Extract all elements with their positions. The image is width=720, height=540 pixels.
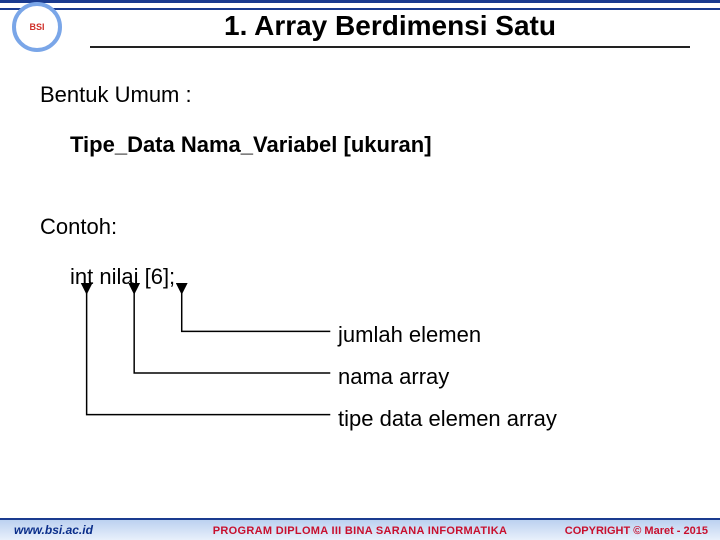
annotation-nama-array: nama array	[338, 364, 449, 390]
label-contoh: Contoh:	[40, 214, 117, 240]
syntax-line: Tipe_Data Nama_Variabel [ukuran]	[70, 132, 432, 158]
footer-copyright: COPYRIGHT © Maret - 2015	[565, 525, 708, 537]
label-bentuk-umum: Bentuk Umum :	[40, 82, 192, 108]
slide: BSI 1. Array Berdimensi Satu Bentuk Umum…	[0, 0, 720, 540]
footer: www.bsi.ac.id PROGRAM DIPLOMA III BINA S…	[0, 500, 720, 540]
slide-body: Bentuk Umum : Tipe_Data Nama_Variabel [u…	[40, 64, 680, 480]
logo-bsi: BSI	[12, 2, 62, 52]
title-underline	[90, 46, 690, 48]
slide-title: 1. Array Berdimensi Satu	[90, 10, 690, 42]
annotation-jumlah-elemen: jumlah elemen	[338, 322, 481, 348]
annotation-tipe-data: tipe data elemen array	[338, 406, 557, 432]
example-code: int nilai [6];	[70, 264, 175, 290]
